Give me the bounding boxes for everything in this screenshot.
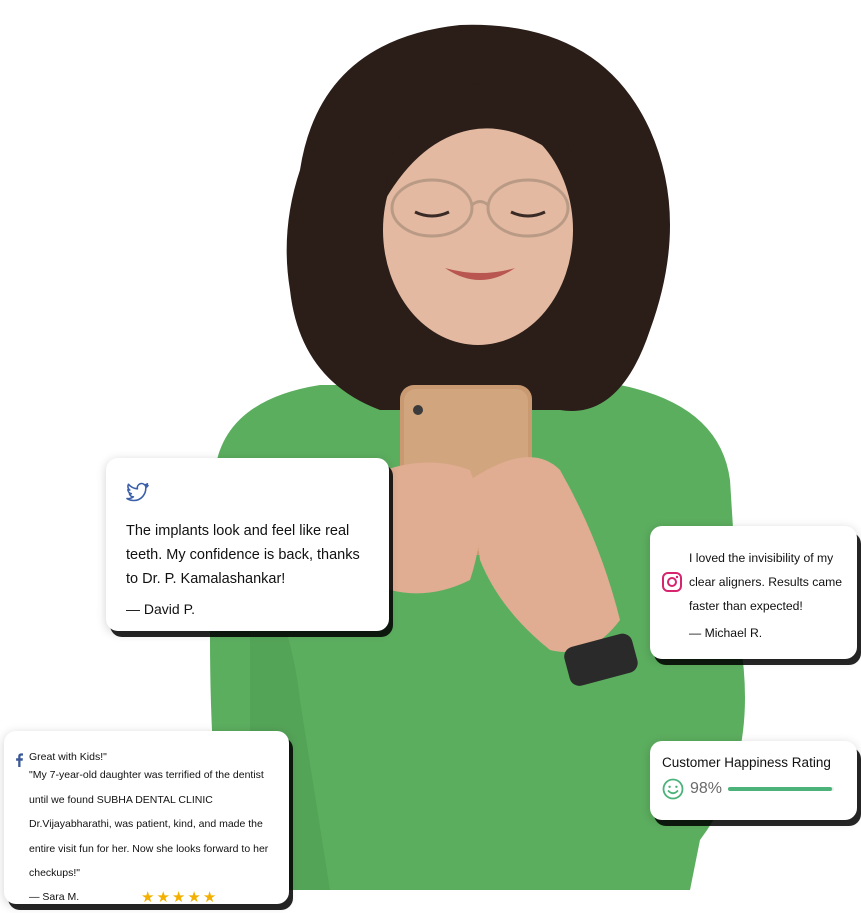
star-icon: ★ <box>141 888 155 906</box>
star-icon: ★ <box>202 888 217 906</box>
testimonial-quote: "My 7-year-old daughter was terrified of… <box>29 769 269 879</box>
instagram-icon <box>662 572 682 592</box>
testimonial-heading: Great with Kids!" <box>29 751 107 763</box>
testimonial-author: — David P. <box>126 601 195 617</box>
rating-row: 98% <box>662 778 845 800</box>
testimonial-author: — Michael R. <box>689 626 763 640</box>
facebook-icon <box>16 753 23 767</box>
rating-progress-bar <box>728 787 834 791</box>
happiness-rating-card: Customer Happiness Rating 98% <box>650 741 857 820</box>
twitter-bird-icon <box>126 482 149 502</box>
star-rating: ★ ★ ★ ★ ★ <box>141 890 216 905</box>
star-icon: ★ <box>187 888 201 906</box>
rating-progress-fill <box>728 787 832 791</box>
testimonial-card-instagram: I loved the invisibility of my clear ali… <box>650 526 857 659</box>
star-icon: ★ <box>171 888 186 906</box>
testimonial-author: — Sara M. <box>29 891 80 903</box>
testimonial-card-twitter: The implants look and feel like real tee… <box>106 458 389 631</box>
rating-percent: 98% <box>690 780 723 797</box>
testimonial-quote: I loved the invisibility of my clear ali… <box>689 551 843 613</box>
rating-title: Customer Happiness Rating <box>662 755 831 770</box>
hands <box>373 462 480 594</box>
testimonial-footer: — Sara M. ★ ★ ★ ★ ★ <box>29 890 281 905</box>
testimonial-card-facebook: Great with Kids!" "My 7-year-old daughte… <box>4 731 289 905</box>
smiley-icon <box>662 778 684 800</box>
star-icon: ★ <box>156 888 170 906</box>
testimonial-quote: The implants look and feel like real tee… <box>126 523 360 587</box>
